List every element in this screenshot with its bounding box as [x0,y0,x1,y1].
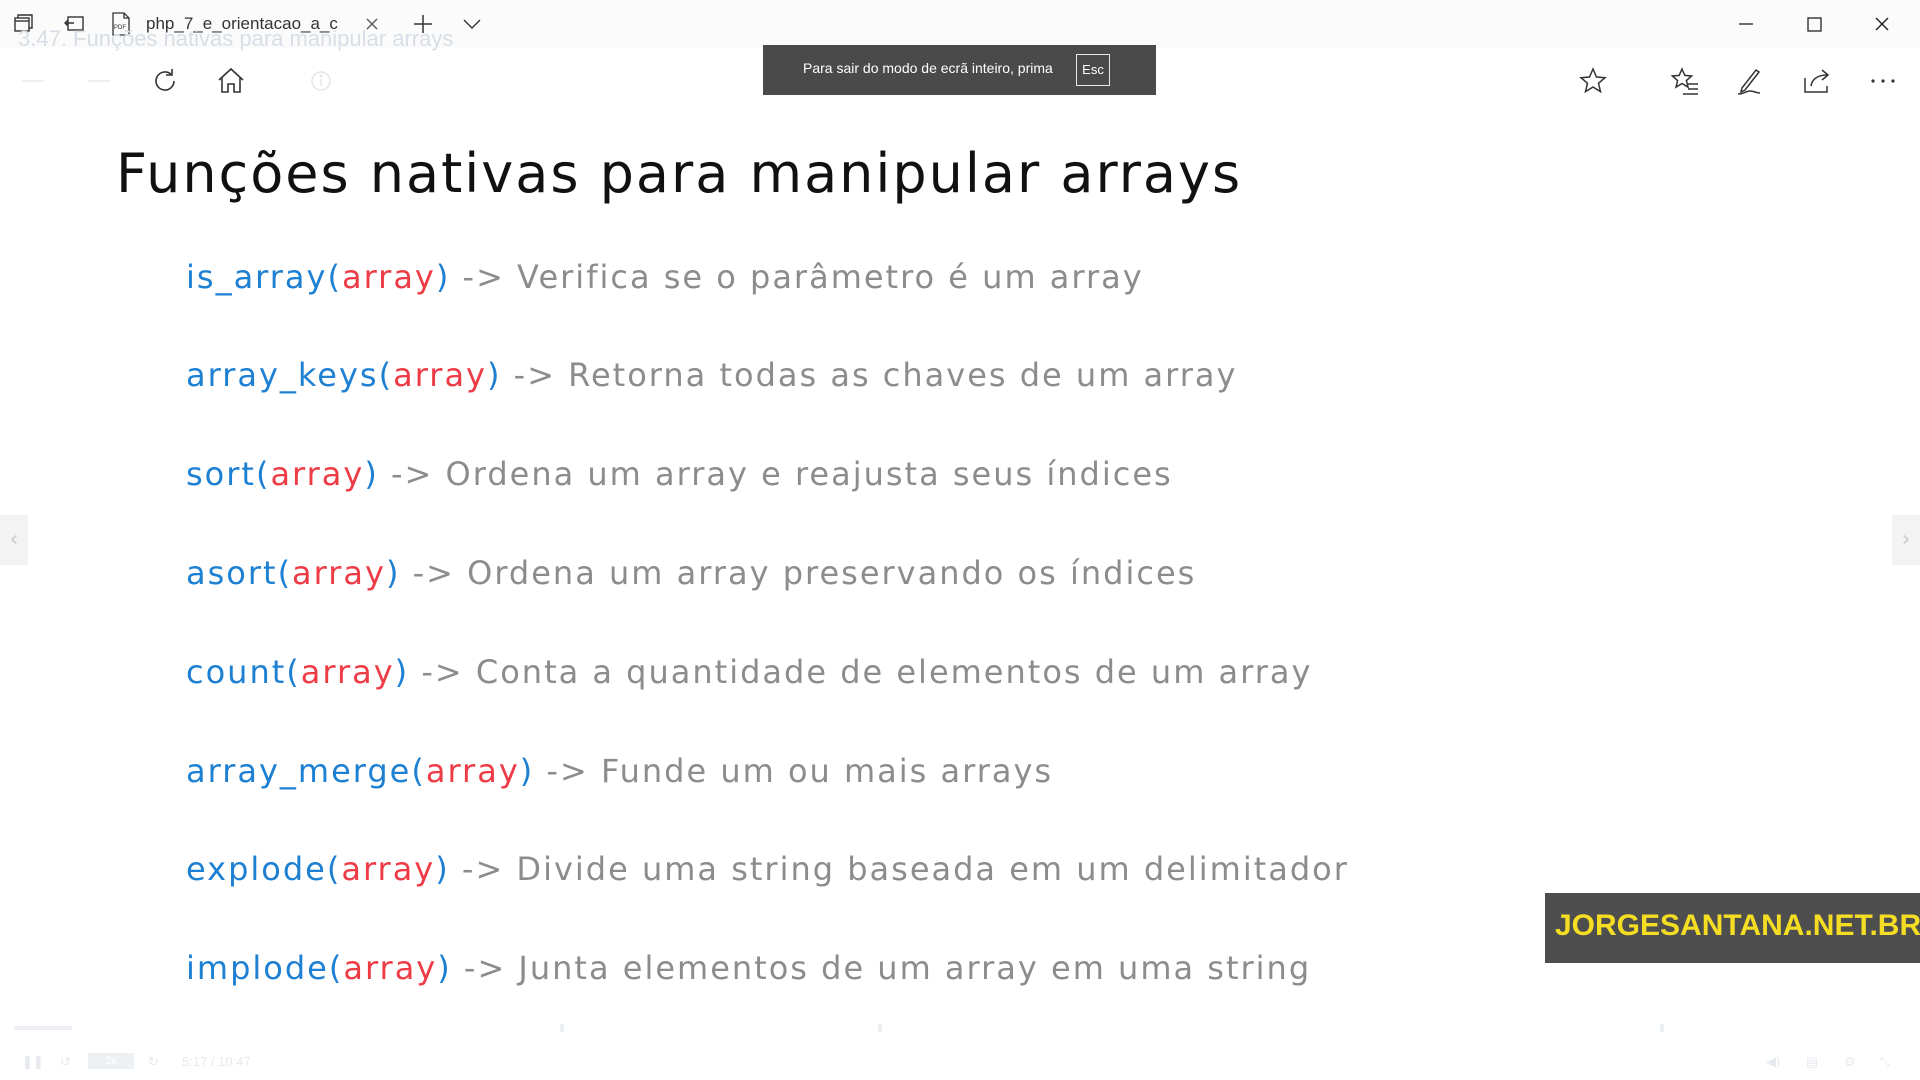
home-icon[interactable] [214,64,248,98]
list-item: asort(array) -> Ordena um array preserva… [186,554,1196,592]
minimize-icon[interactable] [1716,8,1776,40]
list-item: count(array) -> Conta a quantidade de el… [186,653,1312,691]
function-description: -> Funde um ou mais arrays [534,752,1054,790]
function-argument: array [341,850,436,888]
video-controls: ❚❚ ↺ 2x ↻ 5:17 / 10:47 ◀) ▤ ⚙ ⤡ [0,1010,1920,1080]
function-argument: array [270,455,365,493]
esc-key: Esc [1076,54,1110,86]
back-icon[interactable] [16,64,50,98]
settings-icon[interactable]: ⚙ [1844,1054,1856,1070]
rewind-icon[interactable]: ↺ [60,1054,71,1070]
forward-skip-icon[interactable]: ↻ [148,1054,159,1070]
function-close: ) [364,455,379,493]
fullscreen-icon[interactable]: ⤡ [1880,1054,1890,1070]
function-argument: array [425,752,520,790]
function-name: array_keys( [186,356,394,394]
function-close: ) [519,752,535,790]
function-argument: array [393,356,487,394]
function-argument: array [292,554,386,592]
chapter-marker [560,1024,564,1032]
captions-icon[interactable]: ▤ [1806,1054,1818,1070]
fullscreen-notice-text: Para sair do modo de ecrã inteiro, prima [803,60,1053,76]
volume-icon[interactable]: ◀) [1766,1054,1780,1070]
favorites-list-icon[interactable] [1668,64,1702,98]
function-name: array_merge( [186,752,426,790]
favorite-icon[interactable] [1576,64,1610,98]
list-item: array_merge(array) -> Funde um ou mais a… [186,752,1053,790]
chevron-right-icon: › [1901,527,1911,552]
function-description: -> Divide uma string baseada em um delim… [449,850,1349,888]
function-close: ) [435,258,451,296]
more-icon[interactable] [1866,64,1900,98]
function-argument: array [300,653,395,691]
previous-page-button[interactable]: ‹ [0,515,28,565]
pen-icon[interactable] [1734,64,1768,98]
function-name: asort( [186,554,293,592]
function-description: -> Conta a quantidade de elementos de um… [409,653,1313,691]
function-close: ) [385,554,401,592]
list-item: sort(array) -> Ordena um array e reajust… [186,455,1173,493]
chevron-down-icon[interactable] [460,12,484,36]
function-close: ) [435,850,450,888]
share-icon[interactable] [1800,64,1834,98]
function-name: count( [186,653,301,691]
function-close: ) [394,653,410,691]
function-name: implode( [186,949,344,987]
refresh-icon[interactable] [148,64,182,98]
fullscreen-notice: Para sair do modo de ecrã inteiro, prima… [763,45,1156,95]
function-close: ) [486,356,502,394]
function-name: is_array( [186,258,342,296]
function-close: ) [437,949,452,987]
function-description: -> Ordena um array e reajusta seus índic… [378,455,1173,493]
list-item: implode(array) -> Junta elementos de um … [186,949,1311,987]
slide-title: Funções nativas para manipular arrays [116,142,1243,205]
function-argument: array [341,258,436,296]
list-item: explode(array) -> Divide uma string base… [186,850,1349,888]
info-icon[interactable] [304,64,338,98]
close-window-icon[interactable] [1852,8,1912,40]
forward-icon[interactable] [82,64,116,98]
time-display: 5:17 / 10:47 [182,1054,251,1069]
chevron-left-icon: ‹ [9,527,19,552]
function-argument: array [343,949,438,987]
function-description: -> Ordena um array preservando os índice… [400,554,1197,592]
speed-button[interactable]: 2x [88,1053,134,1069]
watermark: JORGESANTANA.NET.BR [1545,893,1920,963]
function-description: -> Retorna todas as chaves de um array [501,356,1238,394]
progress-bar[interactable] [14,1026,72,1030]
watermark-text: JORGESANTANA.NET.BR [1555,909,1920,942]
function-name: sort( [186,455,271,493]
play-icon[interactable]: ❚❚ [22,1054,44,1070]
list-item: is_array(array) -> Verifica se o parâmet… [186,258,1144,296]
function-description: -> Verifica se o parâmetro é um array [450,258,1144,296]
next-page-button[interactable]: › [1892,515,1920,565]
chapter-marker [1660,1024,1664,1032]
function-name: explode( [186,850,342,888]
list-item: array_keys(array) -> Retorna todas as ch… [186,356,1237,394]
function-description: -> Junta elementos de um array em uma st… [451,949,1312,987]
chapter-marker [878,1024,882,1032]
maximize-icon[interactable] [1784,8,1844,40]
